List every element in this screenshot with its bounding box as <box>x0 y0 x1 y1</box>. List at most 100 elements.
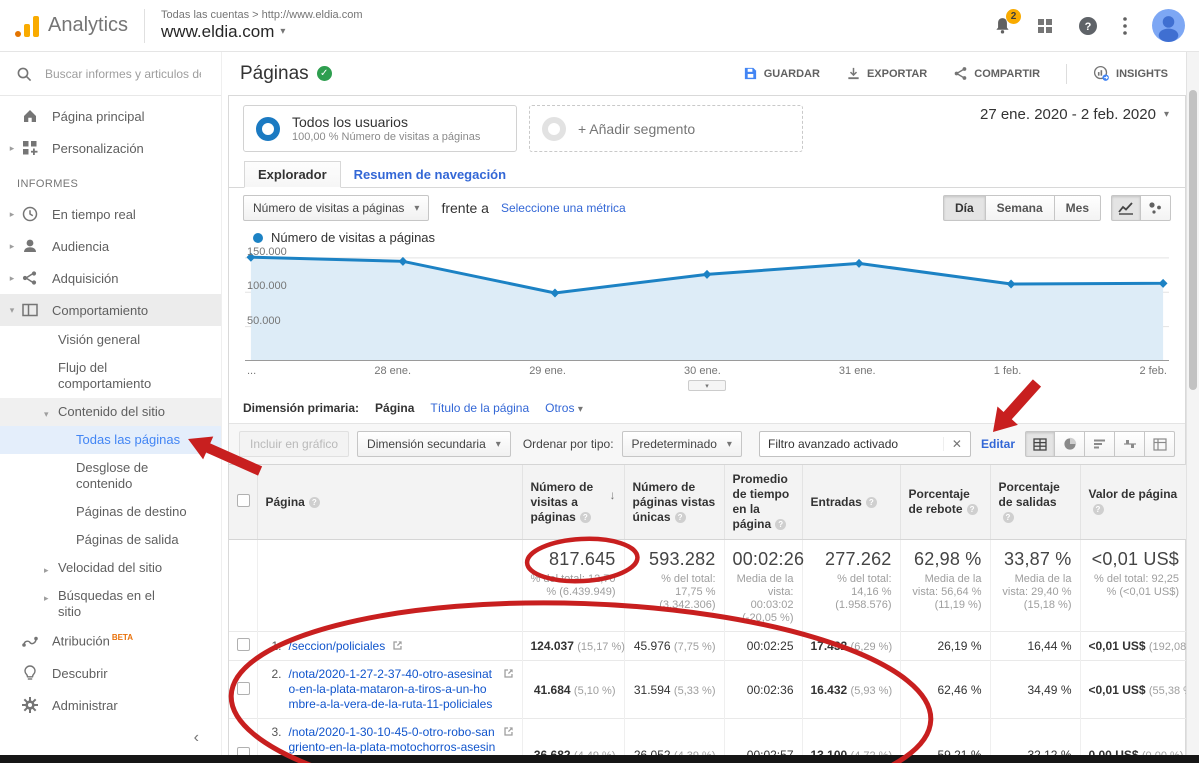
performance-view-button[interactable] <box>1085 431 1115 457</box>
sidebar-item-admin[interactable]: Administrar <box>0 689 221 721</box>
sidebar-item-all-pages[interactable]: Todas las páginas <box>0 426 221 454</box>
help-icon[interactable]: ? <box>580 512 591 523</box>
metric-dropdown[interactable]: Número de visitas a páginas ▾ <box>243 195 429 221</box>
x-tick-label: 31 ene. <box>839 365 876 377</box>
data-view-button[interactable] <box>1025 431 1055 457</box>
row-select-cell[interactable] <box>229 661 257 719</box>
percentage-view-button[interactable] <box>1055 431 1085 457</box>
column-header-page[interactable]: Página? <box>257 465 522 540</box>
plot-rows-button[interactable]: Incluir en gráfico <box>239 431 349 457</box>
help-icon[interactable]: ? <box>309 497 320 508</box>
metric-toolbar: Número de visitas a páginas ▾ frente a S… <box>229 188 1185 228</box>
search-input[interactable] <box>43 66 203 82</box>
page-link[interactable]: /nota/2020-1-27-2-37-40-otro-asesinato-e… <box>289 667 496 712</box>
column-header-exit-rate[interactable]: Porcentaje de salidas? <box>990 465 1080 540</box>
chevron-down-icon: ▾ <box>496 439 501 450</box>
sidebar-item-acquisition[interactable]: ▸ Adquisición <box>0 262 221 294</box>
sidebar-item-site-search[interactable]: ▸ Búsquedas en el sitio <box>0 582 221 626</box>
avatar[interactable] <box>1152 9 1185 42</box>
share-button[interactable]: COMPARTIR <box>953 66 1040 81</box>
sidebar-item-overview[interactable]: Visión general <box>0 326 221 354</box>
expand-icon[interactable]: ▸ <box>7 143 17 154</box>
expand-icon[interactable]: ▸ <box>7 241 17 252</box>
help-button[interactable]: ? <box>1078 16 1098 36</box>
select-all-checkbox[interactable] <box>237 494 250 507</box>
select-metric-link[interactable]: Seleccione una métrica <box>501 201 626 215</box>
column-header-bounce-rate[interactable]: Porcentaje de rebote? <box>900 465 990 540</box>
sidebar-collapse-button[interactable]: ‹ <box>0 721 221 755</box>
tab-navigation-summary[interactable]: Resumen de navegación <box>341 161 519 187</box>
advanced-filter-chip[interactable]: Filtro avanzado activado ✕ <box>759 431 971 457</box>
collapse-icon[interactable]: ▾ <box>44 406 49 422</box>
column-header-page-value[interactable]: Valor de página? <box>1080 465 1187 540</box>
expand-icon[interactable]: ▸ <box>7 273 17 284</box>
month-button[interactable]: Mes <box>1055 195 1101 221</box>
scrollbar-thumb[interactable] <box>1189 90 1197 390</box>
help-icon[interactable]: ? <box>775 519 786 530</box>
account-picker[interactable]: Todas las cuentas > http://www.eldia.com… <box>161 9 362 42</box>
sidebar-item-attribution[interactable]: AtribuciónBETA <box>0 625 221 657</box>
help-icon[interactable]: ? <box>1003 512 1014 523</box>
open-in-new-icon[interactable] <box>392 640 403 651</box>
column-header-entrances[interactable]: Entradas? <box>802 465 900 540</box>
select-all-header[interactable] <box>229 465 257 540</box>
row-checkbox[interactable] <box>237 638 250 651</box>
pivot-view-button[interactable] <box>1145 431 1175 457</box>
column-header-unique-pageviews[interactable]: Número de páginas vistas únicas? <box>624 465 724 540</box>
sidebar-item-audience[interactable]: ▸ Audiencia <box>0 230 221 262</box>
sidebar-item-site-content[interactable]: ▾ Contenido del sitio <box>0 398 221 426</box>
notifications-button[interactable]: 2 <box>993 16 1012 35</box>
secondary-dimension-dropdown[interactable]: Dimensión secundaria ▾ <box>357 431 511 457</box>
collapse-icon[interactable]: ▾ <box>7 305 17 316</box>
sidebar-item-behavior-flow[interactable]: Flujo del comportamiento <box>0 354 221 398</box>
page-link[interactable]: /seccion/policiales <box>289 639 386 654</box>
date-range-picker[interactable]: 27 ene. 2020 - 2 feb. 2020 ▾ <box>980 106 1169 123</box>
expand-icon[interactable]: ▸ <box>44 590 49 606</box>
more-menu-button[interactable] <box>1122 16 1128 36</box>
save-button[interactable]: GUARDAR <box>743 66 820 81</box>
remove-filter-icon[interactable]: ✕ <box>943 437 962 451</box>
sidebar-item-content-drilldown[interactable]: Desglose de contenido <box>0 454 221 498</box>
add-segment-button[interactable]: + Añadir segmento <box>529 105 803 152</box>
line-chart-button[interactable] <box>1111 195 1141 221</box>
expand-icon[interactable]: ▸ <box>7 209 17 220</box>
expand-icon[interactable]: ▸ <box>44 562 49 578</box>
sidebar-item-behavior[interactable]: ▾ Comportamiento <box>0 294 221 326</box>
sidebar-search[interactable] <box>0 52 221 96</box>
sidebar-item-personalization[interactable]: ▸ Personalización <box>0 132 221 164</box>
sidebar-item-realtime[interactable]: ▸ En tiempo real <box>0 198 221 230</box>
chart-expand-handle[interactable]: ▾ <box>688 380 726 391</box>
day-button[interactable]: Día <box>943 195 986 221</box>
export-button[interactable]: EXPORTAR <box>846 66 927 81</box>
column-header-avg-time[interactable]: Promedio de tiempo en la página? <box>724 465 802 540</box>
tab-explorer[interactable]: Explorador <box>244 161 341 188</box>
open-in-new-icon[interactable] <box>503 668 514 679</box>
dimension-page[interactable]: Página <box>375 401 414 415</box>
help-icon[interactable]: ? <box>675 512 686 523</box>
sidebar-item-exit-pages[interactable]: Páginas de salida <box>0 526 221 554</box>
row-select-cell[interactable] <box>229 632 257 661</box>
open-in-new-icon[interactable] <box>503 726 514 737</box>
sidebar-item-landing-pages[interactable]: Páginas de destino <box>0 498 221 526</box>
help-icon[interactable]: ? <box>866 497 877 508</box>
motion-chart-button[interactable] <box>1141 195 1171 221</box>
insights-button[interactable]: INSIGHTS <box>1093 65 1168 82</box>
analytics-logo[interactable]: Analytics <box>14 14 128 38</box>
help-icon[interactable]: ? <box>967 504 978 515</box>
column-header-pageviews[interactable]: ↓Número de visitas a páginas? <box>522 465 624 540</box>
apps-grid-button[interactable] <box>1036 17 1054 35</box>
sidebar-item-discover[interactable]: Descubrir <box>0 657 221 689</box>
row-checkbox[interactable] <box>237 682 250 695</box>
sidebar-item-site-speed[interactable]: ▸ Velocidad del sitio <box>0 554 221 582</box>
sort-type-dropdown[interactable]: Predeterminado ▾ <box>622 431 742 457</box>
segment-all-users[interactable]: Todos los usuarios 100,00 % Número de vi… <box>243 105 517 152</box>
sidebar-item-home[interactable]: Página principal <box>0 100 221 132</box>
dimension-page-title[interactable]: Título de la página <box>430 401 529 415</box>
comparison-view-button[interactable] <box>1115 431 1145 457</box>
vertical-scrollbar[interactable] <box>1186 52 1199 755</box>
help-icon[interactable]: ? <box>1093 504 1104 515</box>
dimension-row: Dimensión primaria: Página Título de la … <box>229 391 1185 423</box>
edit-filter-link[interactable]: Editar <box>981 437 1015 451</box>
week-button[interactable]: Semana <box>986 195 1055 221</box>
dimension-others[interactable]: Otros ▾ <box>545 401 583 415</box>
